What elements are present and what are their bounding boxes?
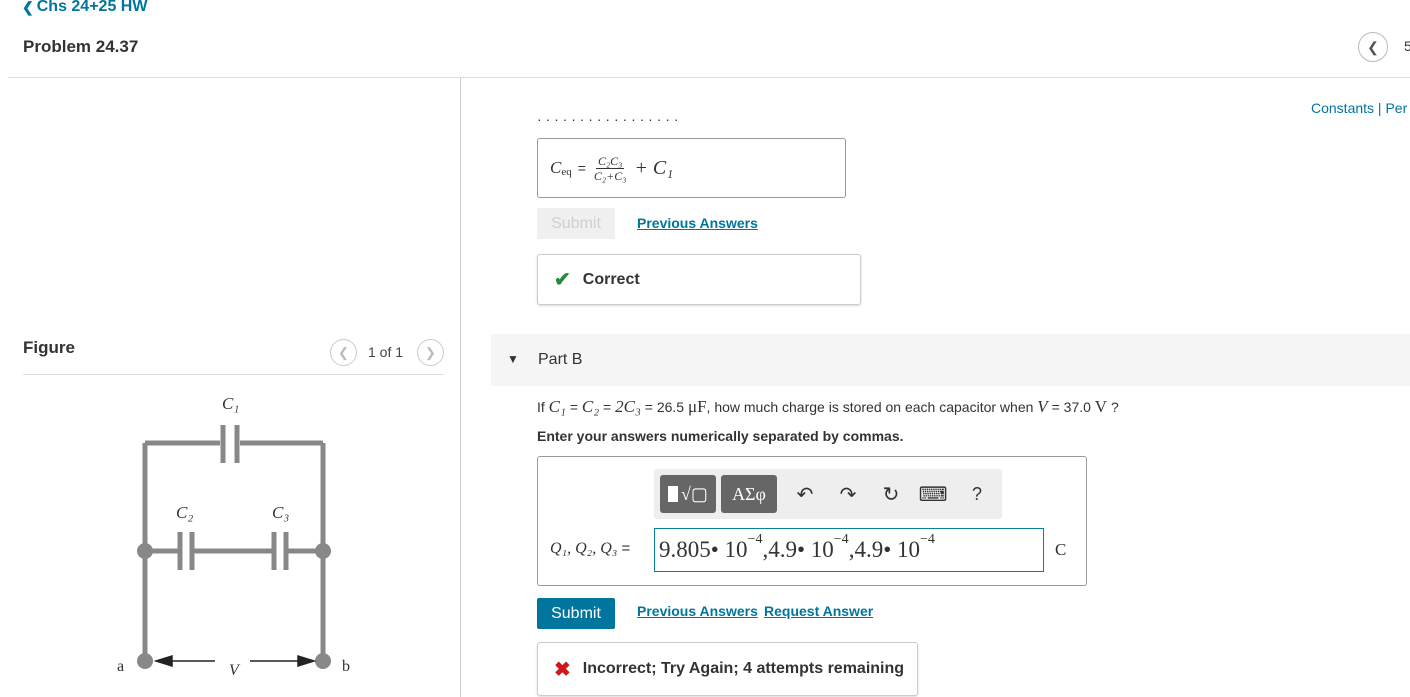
math-equals: = xyxy=(644,399,653,415)
capacitor-c1-plates xyxy=(220,425,240,463)
problem-title: Problem 24.37 xyxy=(23,37,139,56)
ceq-subscript: eq xyxy=(561,166,572,178)
capacitor-c3-plates xyxy=(271,532,289,570)
circuit-wires xyxy=(142,440,326,661)
redo-icon[interactable]: ↷ xyxy=(833,477,863,511)
answer-exponent: −4 xyxy=(833,532,849,547)
feedback-text: Incorrect; Try Again; 4 attempts remaini… xyxy=(582,660,905,677)
junction-left xyxy=(137,543,153,559)
math-v: V xyxy=(1037,397,1048,416)
previous-answers-link[interactable]: Previous Answers xyxy=(637,603,758,619)
answer-unit: C xyxy=(1055,540,1067,559)
feedback-text: Correct xyxy=(582,270,640,288)
help-button[interactable]: ? xyxy=(962,477,992,511)
math-2c3: 2C₃ xyxy=(615,397,641,416)
symbols-button[interactable]: ΑΣφ xyxy=(721,475,777,513)
request-answer-link[interactable]: Request Answer xyxy=(764,603,873,619)
answer-input[interactable]: 9.805 • 10 −4,4.9 • 10 −4,4.9 • 10 −4 xyxy=(654,528,1044,572)
part-a-previous-answers-link[interactable]: Previous Answers xyxy=(637,215,758,231)
answer-part: 9.805 xyxy=(659,537,711,562)
voltage-unit: V xyxy=(1094,397,1108,416)
ceq-symbol: C xyxy=(550,158,562,177)
header-divider xyxy=(8,77,1410,78)
chevron-right-icon: ❯ xyxy=(425,344,436,360)
capacitor-c2-plates xyxy=(177,532,195,570)
ceq-fraction: C₂C₃ C₂+C₃ xyxy=(592,154,628,183)
math-equals: = xyxy=(569,399,578,415)
math-equals: = xyxy=(1051,399,1060,415)
sqrt-template-icon: √▢ xyxy=(681,483,708,504)
answer-exponent: −4 xyxy=(920,532,935,547)
capacitance-value: 26.5 xyxy=(656,399,685,415)
math-c2: C₂ xyxy=(581,397,600,416)
ceq-plus-term: + C₁ xyxy=(634,156,674,179)
part-a-answer-display: Ceq = C₂C₃ C₂+C₃ + C₁ xyxy=(537,138,846,198)
checkmark-icon: ✔ xyxy=(554,269,571,291)
keyboard-icon[interactable]: ⌨ xyxy=(918,477,948,511)
back-link[interactable]: ❮ Chs 24+25 HW xyxy=(22,0,147,16)
capacitance-unit: μF xyxy=(687,397,707,416)
part-a-cut-text: · · · · · · · · · · · · · · · · · xyxy=(537,111,679,125)
caret-down-icon[interactable]: ▼ xyxy=(507,352,519,366)
question-text: If xyxy=(537,399,545,415)
reset-icon[interactable]: ↻ xyxy=(876,477,906,511)
answer-part: ,4.9 xyxy=(848,537,884,562)
question-text: , how much charge is stored on each capa… xyxy=(706,399,1034,415)
part-b-feedback: ✖ Incorrect; Try Again; 4 attempts remai… xyxy=(537,642,918,696)
math-c1: C₁ xyxy=(548,397,566,416)
templates-button[interactable]: √▢ xyxy=(660,475,716,513)
constants-link[interactable]: Constants | Per xyxy=(1311,100,1407,116)
circuit-diagram: C₁ C₂ C₃ a b V xyxy=(117,394,350,679)
label-b: b xyxy=(342,658,350,675)
part-b-question: If C₁ = C₂ = 2C₃ = 26.5 μF, how much cha… xyxy=(537,397,1119,417)
terminal-a xyxy=(137,653,153,669)
figure-next-button[interactable]: ❯ xyxy=(417,339,444,366)
figure-count: 1 of 1 xyxy=(368,344,404,360)
part-a-submit-button[interactable]: Submit xyxy=(537,208,615,239)
question-text: ? xyxy=(1110,399,1119,415)
answer-equals: = xyxy=(621,540,631,557)
label-c3: C₃ xyxy=(272,503,289,522)
answer-label: Q₁, Q₂, Q₃ = xyxy=(550,540,630,558)
template-block-icon xyxy=(668,486,679,502)
figure-divider xyxy=(23,374,444,375)
problem-counter: 5 xyxy=(1404,38,1410,54)
back-link-label: Chs 24+25 HW xyxy=(36,0,148,15)
answer-part: • 10 xyxy=(710,537,748,562)
figure-title: Figure xyxy=(23,338,75,357)
chevron-left-icon: ❮ xyxy=(338,344,349,360)
answer-part: ,4.9 xyxy=(762,537,797,562)
figure-prev-button[interactable]: ❮ xyxy=(330,339,357,366)
answer-part: • 10 xyxy=(883,537,920,562)
undo-icon[interactable]: ↶ xyxy=(790,477,820,511)
chevron-left-icon: ❮ xyxy=(22,0,34,15)
label-v: V xyxy=(229,662,241,679)
part-a-feedback: ✔ Correct xyxy=(537,254,861,305)
part-b-header[interactable] xyxy=(491,334,1410,386)
answer-exponent: −4 xyxy=(747,532,763,547)
previous-problem-button[interactable]: ❮ xyxy=(1358,32,1388,62)
junction-right xyxy=(315,543,331,559)
fraction-denominator: C₂+C₃ xyxy=(593,168,627,183)
answer-instructions: Enter your answers numerically separated… xyxy=(537,428,904,444)
label-c1: C₁ xyxy=(222,394,239,413)
terminal-b xyxy=(315,653,331,669)
label-a: a xyxy=(117,658,124,675)
part-b-title: Part B xyxy=(538,351,583,368)
answer-part: • 10 xyxy=(796,537,834,562)
voltage-value: 37.0 xyxy=(1063,399,1091,415)
label-c2: C₂ xyxy=(176,503,193,522)
submit-button[interactable]: Submit xyxy=(537,598,615,629)
fraction-numerator: C₂C₃ xyxy=(595,153,625,169)
panel-divider xyxy=(460,78,461,697)
ceq-equals: = xyxy=(577,160,586,176)
chevron-left-icon: ❮ xyxy=(1367,38,1379,55)
x-mark-icon: ✖ xyxy=(554,658,571,681)
math-equals: = xyxy=(603,399,612,415)
answer-variables: Q₁, Q₂, Q₃ xyxy=(550,540,618,557)
